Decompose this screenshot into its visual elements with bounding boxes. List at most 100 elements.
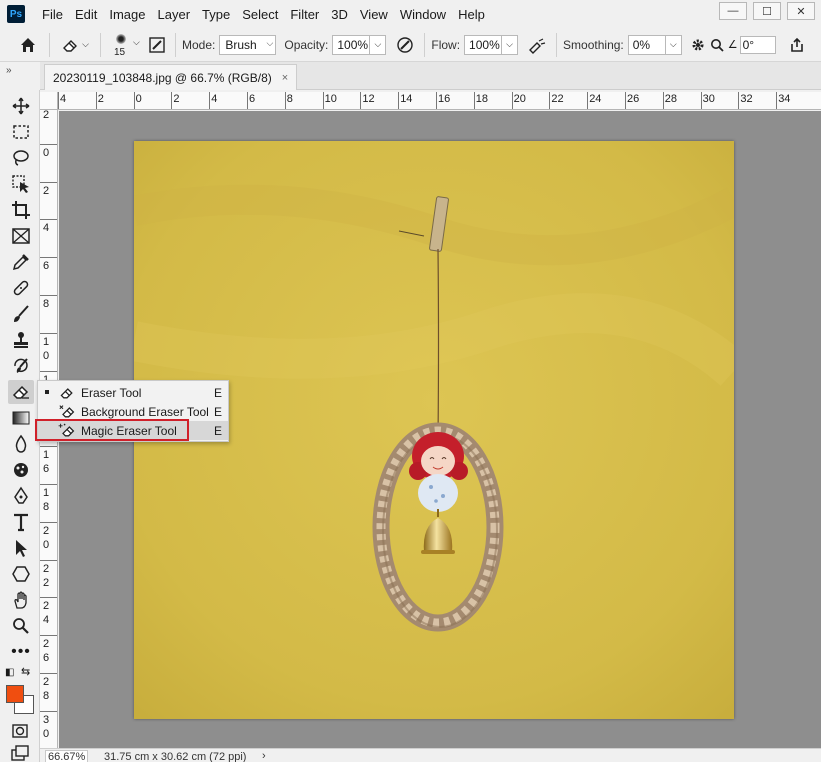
opacity-value[interactable]: 100% bbox=[332, 34, 371, 55]
blur-tool[interactable] bbox=[8, 432, 34, 456]
share-button[interactable] bbox=[784, 32, 810, 58]
swap-colors-icon[interactable]: ⇆ bbox=[21, 665, 30, 678]
menu-help[interactable]: Help bbox=[452, 7, 491, 22]
document-tab[interactable]: 20230119_103848.jpg @ 66.7% (RGB/8) × bbox=[44, 64, 298, 90]
bandage-icon bbox=[13, 280, 29, 296]
ruler-tick-label: 16 bbox=[43, 449, 50, 476]
move-icon bbox=[12, 97, 30, 115]
stamp-icon bbox=[14, 332, 28, 348]
brush-settings-toggle[interactable] bbox=[145, 33, 169, 57]
flyout-item-magic-eraser[interactable]: Magic Eraser Tool E bbox=[38, 421, 228, 440]
ruler-tick-label: 26 bbox=[627, 93, 640, 105]
flow-field[interactable]: 100% ⌵ bbox=[464, 34, 519, 55]
separator bbox=[100, 32, 101, 57]
shape-tool[interactable] bbox=[8, 562, 34, 586]
default-colors-icon[interactable]: ◧ bbox=[5, 667, 14, 678]
brush-tool[interactable] bbox=[8, 302, 34, 326]
flow-value[interactable]: 100% bbox=[464, 34, 503, 55]
ruler-origin[interactable] bbox=[40, 92, 58, 110]
sponge-icon bbox=[14, 463, 28, 477]
smoothing-options-button[interactable] bbox=[688, 33, 708, 57]
tool-preset-picker[interactable]: ⌵ bbox=[56, 30, 94, 60]
search-icon bbox=[710, 38, 724, 52]
minimize-button[interactable]: — bbox=[719, 2, 747, 20]
path-selection-tool[interactable] bbox=[8, 536, 34, 560]
close-tab-icon[interactable]: × bbox=[282, 72, 288, 84]
ruler-tick-label: 16 bbox=[438, 93, 451, 105]
object-selection-tool[interactable] bbox=[8, 172, 34, 196]
angle-field[interactable]: 0° bbox=[739, 35, 776, 54]
ruler-tick-label: 2 bbox=[43, 110, 50, 121]
pressure-opacity-icon bbox=[397, 36, 414, 53]
ruler-tick-label: 4 bbox=[43, 222, 50, 235]
zoom-search-button[interactable] bbox=[708, 33, 726, 57]
healing-brush-tool[interactable] bbox=[8, 276, 34, 300]
brush-preset-picker[interactable]: 15 ⌵ bbox=[107, 30, 143, 60]
separator bbox=[175, 32, 176, 57]
smoothing-field[interactable]: 0% ⌵ bbox=[627, 34, 682, 55]
menu-layer[interactable]: Layer bbox=[152, 7, 197, 22]
opacity-field[interactable]: 100% ⌵ bbox=[332, 34, 387, 55]
color-swatch-controls: ◧ ⇆ bbox=[5, 665, 35, 681]
mode-select[interactable]: Brush ⌵ bbox=[219, 34, 277, 55]
edit-toolbar-button[interactable]: ••• bbox=[8, 640, 34, 664]
maximize-button[interactable]: ☐ bbox=[753, 2, 781, 20]
gradient-icon bbox=[12, 411, 30, 425]
history-brush-icon bbox=[14, 358, 28, 373]
clone-stamp-tool[interactable] bbox=[8, 328, 34, 352]
pen-tool[interactable] bbox=[8, 484, 34, 508]
zoom-level-field[interactable]: 66.67% bbox=[45, 750, 89, 762]
zoom-tool[interactable] bbox=[8, 614, 34, 638]
eyedropper-icon bbox=[12, 254, 29, 271]
type-tool[interactable] bbox=[8, 510, 34, 534]
lasso-tool[interactable] bbox=[8, 146, 34, 170]
quick-mask-button[interactable] bbox=[10, 722, 30, 740]
marquee-tool[interactable] bbox=[8, 120, 34, 144]
document-dimensions[interactable]: 31.75 cm x 30.62 cm (72 ppi) bbox=[104, 751, 246, 762]
pressure-opacity-toggle[interactable] bbox=[392, 32, 418, 58]
menu-type[interactable]: Type bbox=[196, 7, 236, 22]
flyout-item-label: Background Eraser Tool bbox=[81, 404, 209, 419]
smoothing-value[interactable]: 0% bbox=[627, 34, 666, 55]
menu-filter[interactable]: Filter bbox=[284, 7, 325, 22]
rectangle-marquee-icon bbox=[13, 125, 29, 139]
home-button[interactable] bbox=[13, 30, 43, 60]
ruler-tick-label: 28 bbox=[43, 676, 50, 702]
menu-window[interactable]: Window bbox=[394, 7, 452, 22]
gradient-tool[interactable] bbox=[8, 406, 34, 430]
dodge-tool[interactable] bbox=[8, 458, 34, 482]
eraser-tool[interactable] bbox=[8, 380, 34, 404]
ruler-tick-label: 24 bbox=[589, 93, 602, 105]
menu-3d[interactable]: 3D bbox=[325, 7, 354, 22]
status-menu-arrow-icon[interactable]: › bbox=[262, 750, 266, 762]
chevron-down-icon[interactable]: ⌵ bbox=[502, 34, 519, 55]
move-tool[interactable] bbox=[8, 94, 34, 118]
crop-tool[interactable] bbox=[8, 198, 34, 222]
menu-view[interactable]: View bbox=[354, 7, 394, 22]
flyout-item-eraser[interactable]: Eraser Tool E bbox=[38, 383, 228, 402]
menu-file[interactable]: File bbox=[36, 7, 69, 22]
eyedropper-tool[interactable] bbox=[8, 250, 34, 274]
ruler-tick-label: 8 bbox=[286, 93, 293, 105]
close-window-button[interactable]: ✕ bbox=[787, 2, 815, 20]
history-brush-tool[interactable] bbox=[8, 354, 34, 378]
angle-value: 0° bbox=[742, 37, 755, 52]
hand-tool[interactable] bbox=[8, 588, 34, 612]
ruler-tick-label: 10 bbox=[324, 93, 337, 105]
share-icon bbox=[790, 37, 803, 52]
frame-tool[interactable] bbox=[8, 224, 34, 248]
menu-edit[interactable]: Edit bbox=[69, 7, 103, 22]
chevron-down-icon[interactable]: ⌵ bbox=[665, 34, 682, 55]
airbrush-toggle[interactable] bbox=[524, 32, 550, 58]
chevron-down-icon[interactable]: ⌵ bbox=[370, 34, 387, 55]
toolbar-collapse[interactable]: » bbox=[0, 62, 40, 90]
flow-label: Flow: bbox=[431, 37, 461, 52]
menu-select[interactable]: Select bbox=[236, 7, 284, 22]
foreground-color-swatch[interactable] bbox=[6, 685, 24, 703]
horizontal-ruler[interactable]: 4 2 0 2 4 6 8 10 12 14 16 18 20 22 24 26 28 30 32 34 bbox=[58, 92, 821, 110]
eraser-icon bbox=[58, 384, 76, 401]
menu-image[interactable]: Image bbox=[103, 7, 151, 22]
flyout-item-background-eraser[interactable]: Background Eraser Tool E bbox=[38, 402, 228, 421]
screen-mode-button[interactable] bbox=[10, 745, 30, 761]
current-tool-indicator bbox=[45, 390, 49, 394]
